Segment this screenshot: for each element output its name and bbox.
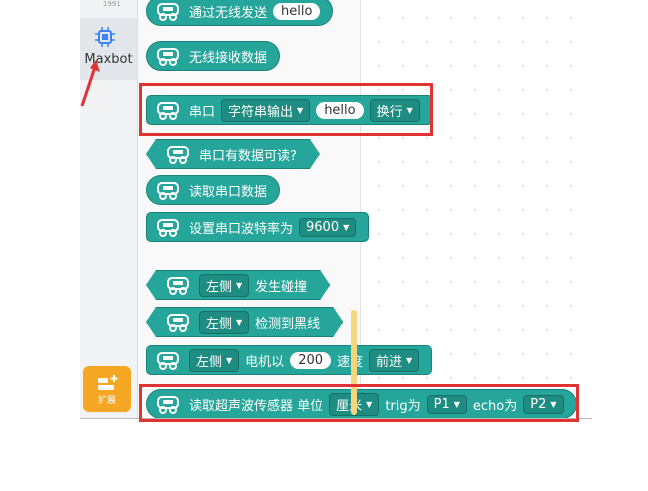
arrow-annotation-icon <box>80 60 100 107</box>
block-label: 电机以 <box>245 354 285 370</box>
chevron-down-icon: ▼ <box>406 355 413 365</box>
side-dropdown[interactable]: 左侧 ▼ <box>189 348 240 372</box>
baud-value: 9600 <box>306 219 340 235</box>
side-dropdown[interactable]: 左侧 ▼ <box>199 311 249 334</box>
block-label: 检测到黑线 <box>255 316 321 332</box>
baud-dropdown[interactable]: 9600 ▼ <box>299 217 357 237</box>
block-serial-read[interactable]: 读取串口数据 <box>146 175 281 205</box>
side-value: 左侧 <box>196 354 223 370</box>
chevron-down-icon: ▼ <box>226 355 233 365</box>
robot-car-icon <box>157 182 179 200</box>
highlight-box-ultrasonic <box>139 384 579 422</box>
chevron-down-icon: ▼ <box>343 222 350 232</box>
chevron-down-icon: ▼ <box>236 317 243 327</box>
chip-icon <box>95 27 115 47</box>
block-label: 发生碰撞 <box>255 279 308 295</box>
robot-car-icon <box>163 274 193 296</box>
side-value: 左侧 <box>206 316 233 332</box>
block-serial-baud[interactable]: 设置串口波特率为 9600 ▼ <box>146 212 370 242</box>
robot-car-icon <box>163 311 193 333</box>
block-serial-available[interactable]: 串口有数据可读? <box>146 139 320 169</box>
robot-car-icon <box>157 219 179 237</box>
side-dropdown[interactable]: 左侧 ▼ <box>199 274 249 297</box>
category-top-label: 1991 <box>103 0 121 8</box>
extension-button[interactable]: 扩展 <box>83 366 131 412</box>
text-input[interactable]: hello <box>273 2 321 20</box>
side-value: 左侧 <box>206 279 233 295</box>
robot-car-icon <box>157 352 179 370</box>
speed-input[interactable]: 200 <box>290 351 332 369</box>
direction-value: 前进 <box>376 354 403 370</box>
highlight-box-serial <box>139 83 433 136</box>
block-radio-send[interactable]: 通过无线发送 hello <box>146 0 334 26</box>
block-motor[interactable]: 左侧▼ 电机以 200 速度 前进▼ <box>146 345 433 375</box>
robot-car-icon <box>157 48 179 66</box>
block-label: 读取串口数据 <box>189 184 268 200</box>
block-label: 通过无线发送 <box>189 5 268 21</box>
extension-label: 扩展 <box>97 396 116 406</box>
block-label: 无线接收数据 <box>189 50 268 66</box>
block-radio-receive[interactable]: 无线接收数据 <box>146 41 281 71</box>
direction-dropdown[interactable]: 前进 ▼ <box>369 348 420 372</box>
block-label: 设置串口波特率为 <box>189 221 294 237</box>
block-line-detect[interactable]: 左侧 ▼ 检测到黑线 <box>146 307 343 337</box>
block-bump-detect[interactable]: 左侧 ▼ 发生碰撞 <box>146 270 330 300</box>
block-label: 串口有数据可读? <box>199 148 297 164</box>
robot-car-icon <box>163 143 193 165</box>
chevron-down-icon: ▼ <box>236 280 243 290</box>
robot-car-icon <box>157 3 179 21</box>
block-flyout: 通过无线发送 hello 无线接收数据 串口 字符串输出 ▼ hello 换行 ▼ … <box>138 0 577 419</box>
